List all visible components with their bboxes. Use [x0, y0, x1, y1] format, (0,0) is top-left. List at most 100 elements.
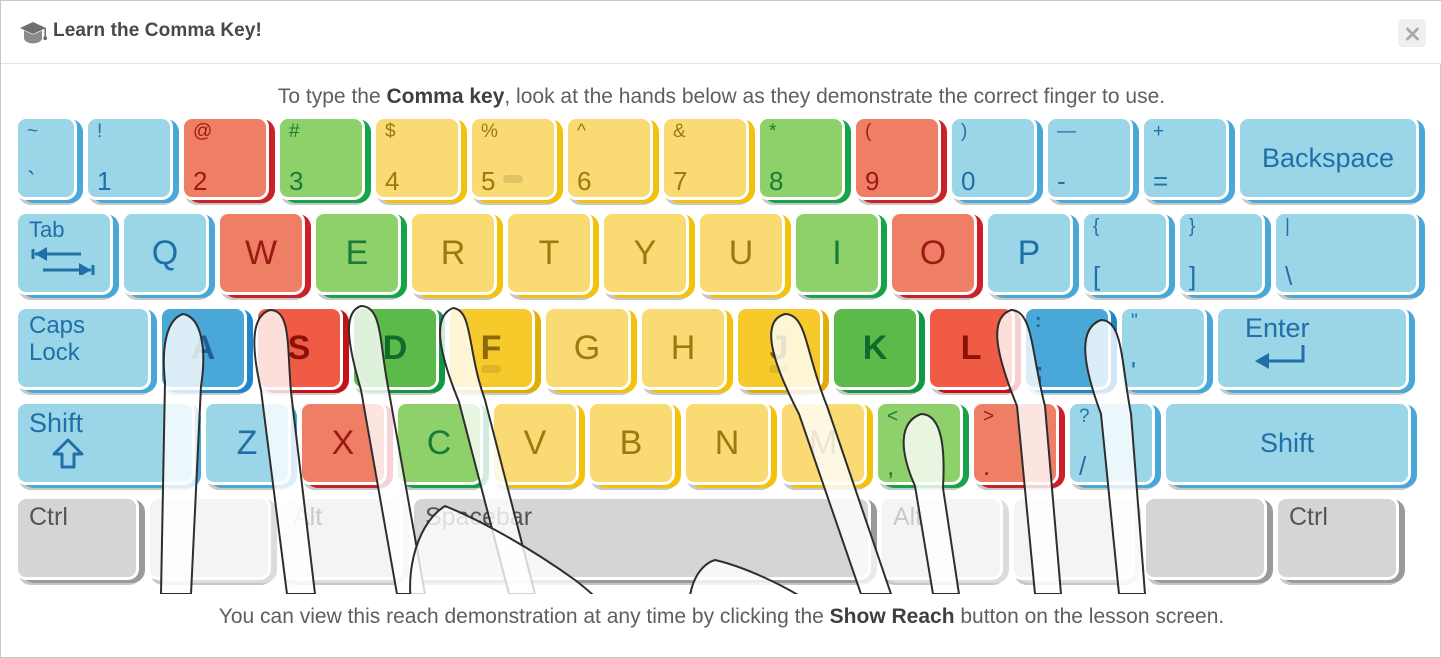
- key-shift-label: >: [983, 406, 995, 427]
- key-label: Tab: [29, 217, 65, 242]
- key-tab[interactable]: Tab: [15, 211, 113, 295]
- key-key-l[interactable]: L: [927, 306, 1015, 390]
- key-key-i[interactable]: I: [793, 211, 881, 295]
- key-ctrl-left[interactable]: Ctrl: [15, 496, 139, 580]
- key-key-k[interactable]: K: [831, 306, 919, 390]
- key-label: 7: [673, 166, 688, 196]
- key-quote[interactable]: " ': [1119, 306, 1207, 390]
- key-label: .: [983, 451, 991, 481]
- key-backquote[interactable]: ~ `: [15, 116, 77, 200]
- key-alt-right[interactable]: Alt: [879, 496, 1003, 580]
- footer-note: You can view this reach demonstration at…: [1, 605, 1441, 629]
- key-minus[interactable]: — -: [1045, 116, 1133, 200]
- key-label: 3: [289, 166, 304, 196]
- key-digit-8[interactable]: * 8: [757, 116, 845, 200]
- key-label: ': [1131, 356, 1136, 386]
- key-key-p[interactable]: P: [985, 211, 1073, 295]
- key-key-e[interactable]: E: [313, 211, 401, 295]
- key-digit-0[interactable]: ) 0: [949, 116, 1037, 200]
- key-period[interactable]: >.: [971, 401, 1059, 485]
- key-label: Ctrl: [29, 503, 68, 531]
- key-key-z[interactable]: Z: [203, 401, 291, 485]
- key-label: Alt: [893, 503, 923, 531]
- key-label: ;: [1035, 356, 1044, 386]
- key-meta-left[interactable]: [147, 496, 271, 580]
- key-key-b[interactable]: B: [587, 401, 675, 485]
- key-backslash[interactable]: | \: [1273, 211, 1419, 295]
- key-alt-left[interactable]: Alt: [279, 496, 403, 580]
- key-digit-9[interactable]: (9: [853, 116, 941, 200]
- key-digit-2[interactable]: @2: [181, 116, 269, 200]
- key-key-d[interactable]: D: [351, 306, 439, 390]
- key-bracket-right[interactable]: }]: [1177, 211, 1265, 295]
- key-key-h[interactable]: H: [639, 306, 727, 390]
- key-shift-label: :: [1035, 311, 1042, 332]
- key-spacebar[interactable]: Spacebar: [411, 496, 871, 580]
- footer-suffix: button on the lesson screen.: [954, 605, 1225, 628]
- key-semicolon[interactable]: :;: [1023, 306, 1111, 390]
- key-label: X: [331, 424, 355, 462]
- instruction-key-name: Comma key: [386, 85, 505, 108]
- key-label: Ctrl: [1289, 503, 1328, 531]
- key-meta-right[interactable]: [1011, 496, 1135, 580]
- home-row-bump: [481, 365, 501, 373]
- home-row-bump: [769, 365, 789, 373]
- key-key-n[interactable]: N: [683, 401, 771, 485]
- key-key-a[interactable]: A: [159, 306, 247, 390]
- key-shift-right[interactable]: Shift: [1163, 401, 1411, 485]
- key-label: Z: [236, 424, 258, 462]
- key-label: Spacebar: [425, 503, 533, 531]
- key-key-j[interactable]: J: [735, 306, 823, 390]
- key-slash[interactable]: ? /: [1067, 401, 1155, 485]
- key-equal[interactable]: + =: [1141, 116, 1229, 200]
- key-digit-6[interactable]: ^ 6: [565, 116, 653, 200]
- key-shift-label: |: [1285, 216, 1290, 237]
- key-menu-key[interactable]: [1143, 496, 1267, 580]
- key-enter[interactable]: Enter: [1215, 306, 1409, 390]
- key-key-o[interactable]: O: [889, 211, 977, 295]
- key-ctrl-right[interactable]: Ctrl: [1275, 496, 1399, 580]
- key-label: Shift: [29, 408, 84, 438]
- key-digit-3[interactable]: #3: [277, 116, 365, 200]
- key-key-u[interactable]: U: [697, 211, 785, 295]
- key-label: O: [919, 234, 947, 272]
- key-digit-5[interactable]: % 5: [469, 116, 557, 200]
- key-key-y[interactable]: Y: [601, 211, 689, 295]
- key-label: C: [426, 424, 452, 462]
- key-backspace[interactable]: Backspace: [1237, 116, 1419, 200]
- key-label: M: [808, 424, 838, 462]
- key-shift-label: <: [887, 406, 899, 427]
- key-shift-left[interactable]: Shift: [15, 401, 195, 485]
- key-caps-lock[interactable]: Caps Lock: [15, 306, 151, 390]
- home-row-bump: [503, 175, 523, 183]
- key-key-s[interactable]: S: [255, 306, 343, 390]
- instruction-prefix: To type the: [277, 85, 387, 108]
- key-label: U: [728, 234, 754, 272]
- key-label: 8: [769, 166, 784, 196]
- key-key-r[interactable]: R: [409, 211, 497, 295]
- key-key-v[interactable]: V: [491, 401, 579, 485]
- key-label: V: [523, 424, 547, 462]
- key-comma[interactable]: <,: [875, 401, 963, 485]
- key-label: T: [538, 234, 560, 272]
- key-digit-1[interactable]: ! 1: [85, 116, 173, 200]
- key-digit-7[interactable]: & 7: [661, 116, 749, 200]
- key-key-x[interactable]: X: [299, 401, 387, 485]
- key-key-q[interactable]: Q: [121, 211, 209, 295]
- key-key-g[interactable]: G: [543, 306, 631, 390]
- key-key-t[interactable]: T: [505, 211, 593, 295]
- key-key-w[interactable]: W: [217, 211, 305, 295]
- key-shift-label: #: [289, 121, 300, 142]
- key-digit-4[interactable]: $4: [373, 116, 461, 200]
- key-key-m[interactable]: M: [779, 401, 867, 485]
- key-key-f[interactable]: F: [447, 306, 535, 390]
- key-label: 9: [865, 166, 880, 196]
- key-shift-label: @: [193, 121, 213, 142]
- key-key-c[interactable]: C: [395, 401, 483, 485]
- key-label: H: [670, 329, 696, 367]
- key-label: 2: [193, 166, 208, 196]
- key-label: S: [287, 329, 311, 367]
- close-icon[interactable]: [1398, 19, 1426, 47]
- key-label: \: [1285, 261, 1293, 291]
- key-bracket-left[interactable]: {[: [1081, 211, 1169, 295]
